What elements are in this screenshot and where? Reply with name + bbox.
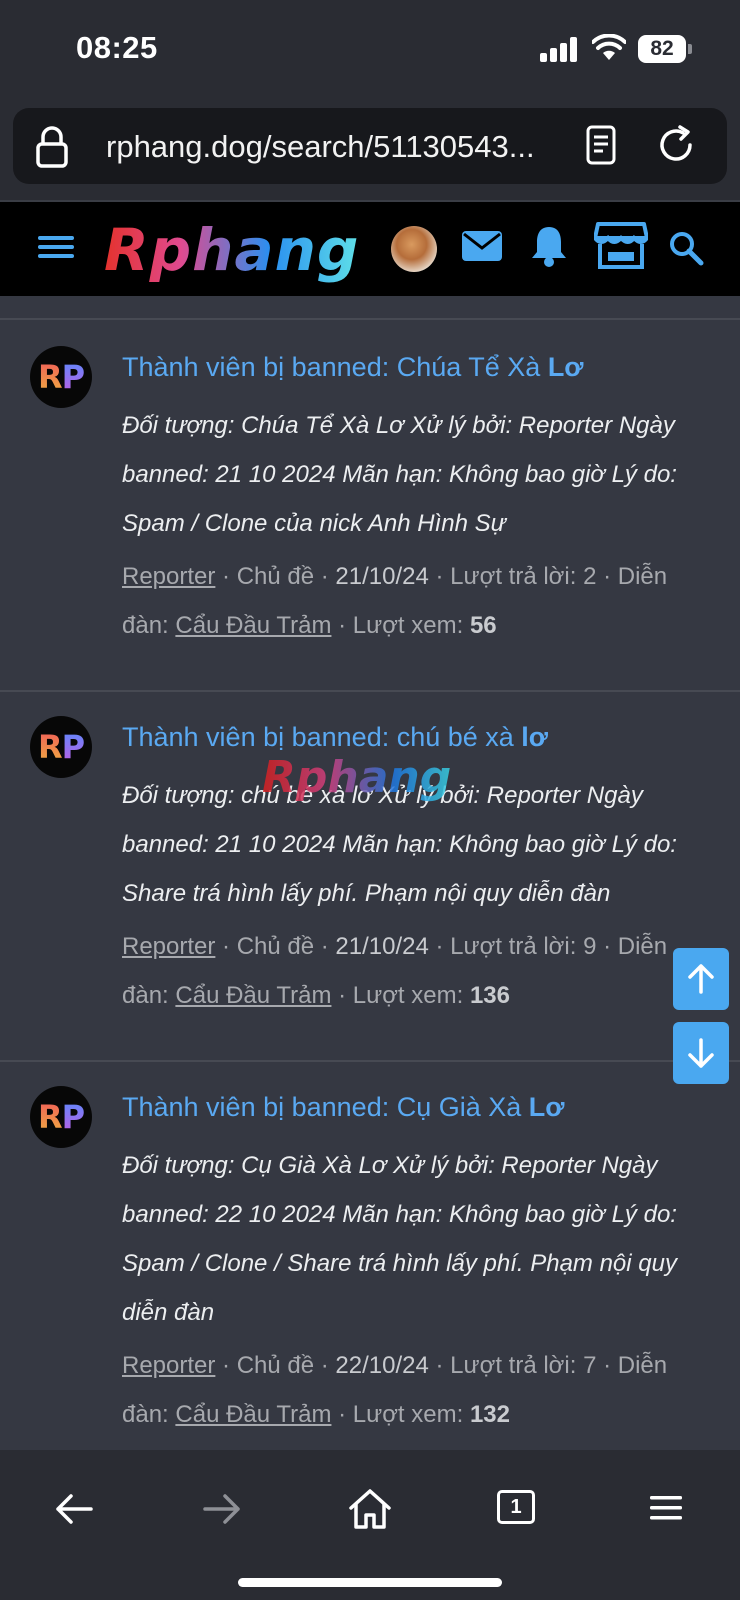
user-avatar[interactable] — [391, 226, 437, 272]
lock-icon — [36, 126, 68, 168]
battery-cap — [688, 44, 692, 54]
scroll-bottom-button[interactable] — [673, 1022, 729, 1084]
result-title[interactable]: Thành viên bị banned: Chúa Tể Xà Lơ — [122, 352, 584, 383]
tabs-icon[interactable]: 1 — [497, 1490, 535, 1524]
result-snippet: Đối tượng: Cụ Già Xà Lơ Xử lý bởi: Repor… — [122, 1152, 677, 1326]
result-meta: Reporter · Chủ đề · 21/10/24 · Lượt trả … — [122, 563, 668, 639]
more-menu-icon[interactable] — [650, 1494, 682, 1522]
status-bar: 08:25 82 — [0, 0, 740, 100]
author-link[interactable]: Reporter — [122, 1352, 215, 1379]
arrow-down-icon — [688, 1038, 714, 1068]
search-result-item: RP Thành viên bị banned: chú bé xà lơ Đố… — [0, 692, 740, 1062]
home-icon[interactable] — [348, 1488, 392, 1530]
signal-icon — [540, 36, 580, 62]
result-title[interactable]: Thành viên bị banned: Cụ Già Xà Lơ — [122, 1092, 564, 1123]
author-avatar[interactable]: RP — [30, 716, 92, 778]
author-link[interactable]: Reporter — [122, 933, 215, 960]
menu-icon[interactable] — [38, 232, 74, 262]
reader-icon[interactable] — [585, 122, 617, 168]
author-avatar[interactable]: RP — [30, 1086, 92, 1148]
result-title[interactable]: Thành viên bị banned: chú bé xà lơ — [122, 722, 548, 753]
site-header: Rphang — [0, 200, 740, 296]
result-meta: Reporter · Chủ đề · 22/10/24 · Lượt trả … — [122, 1352, 668, 1428]
status-time: 08:25 — [76, 30, 158, 65]
author-avatar[interactable]: RP — [30, 346, 92, 408]
forward-icon[interactable] — [202, 1492, 242, 1526]
search-result-item: RP Thành viên bị banned: Cụ Già Xà Lơ Đố… — [0, 1062, 740, 1450]
result-snippet: Đối tượng: Chúa Tể Xà Lơ Xử lý bởi: Repo… — [122, 412, 677, 537]
forum-link[interactable]: Cẩu Đầu Trảm — [175, 612, 331, 639]
bell-icon[interactable] — [530, 224, 568, 268]
back-icon[interactable] — [54, 1492, 94, 1526]
arrow-up-icon — [688, 964, 714, 994]
forum-link[interactable]: Cẩu Đầu Trảm — [175, 982, 331, 1009]
site-logo[interactable]: Rphang — [104, 216, 359, 284]
search-icon[interactable] — [668, 230, 704, 266]
search-result-item: RP Thành viên bị banned: Chúa Tể Xà Lơ Đ… — [0, 320, 740, 692]
wifi-icon — [592, 34, 626, 60]
author-link[interactable]: Reporter — [122, 563, 215, 590]
home-indicator — [238, 1578, 502, 1587]
reload-icon[interactable] — [655, 124, 697, 166]
browser-url-area: rphang.dog/search/51130543... — [0, 100, 740, 200]
url-text[interactable]: rphang.dog/search/51130543... — [106, 129, 556, 165]
browser-toolbar: 1 — [0, 1450, 740, 1600]
battery-indicator: 82 — [638, 35, 686, 63]
address-bar[interactable]: rphang.dog/search/51130543... — [13, 108, 727, 184]
forum-link[interactable]: Cẩu Đầu Trảm — [175, 1401, 331, 1428]
scroll-top-button[interactable] — [673, 948, 729, 1010]
mail-icon[interactable] — [461, 228, 503, 264]
result-meta: Reporter · Chủ đề · 21/10/24 · Lượt trả … — [122, 933, 668, 1009]
store-icon[interactable] — [594, 220, 648, 270]
search-results: RP Thành viên bị banned: Chúa Tể Xà Lơ Đ… — [0, 296, 740, 1450]
result-snippet: Đối tượng: chú bé xà lơ Xử lý bởi: Repor… — [122, 782, 677, 907]
